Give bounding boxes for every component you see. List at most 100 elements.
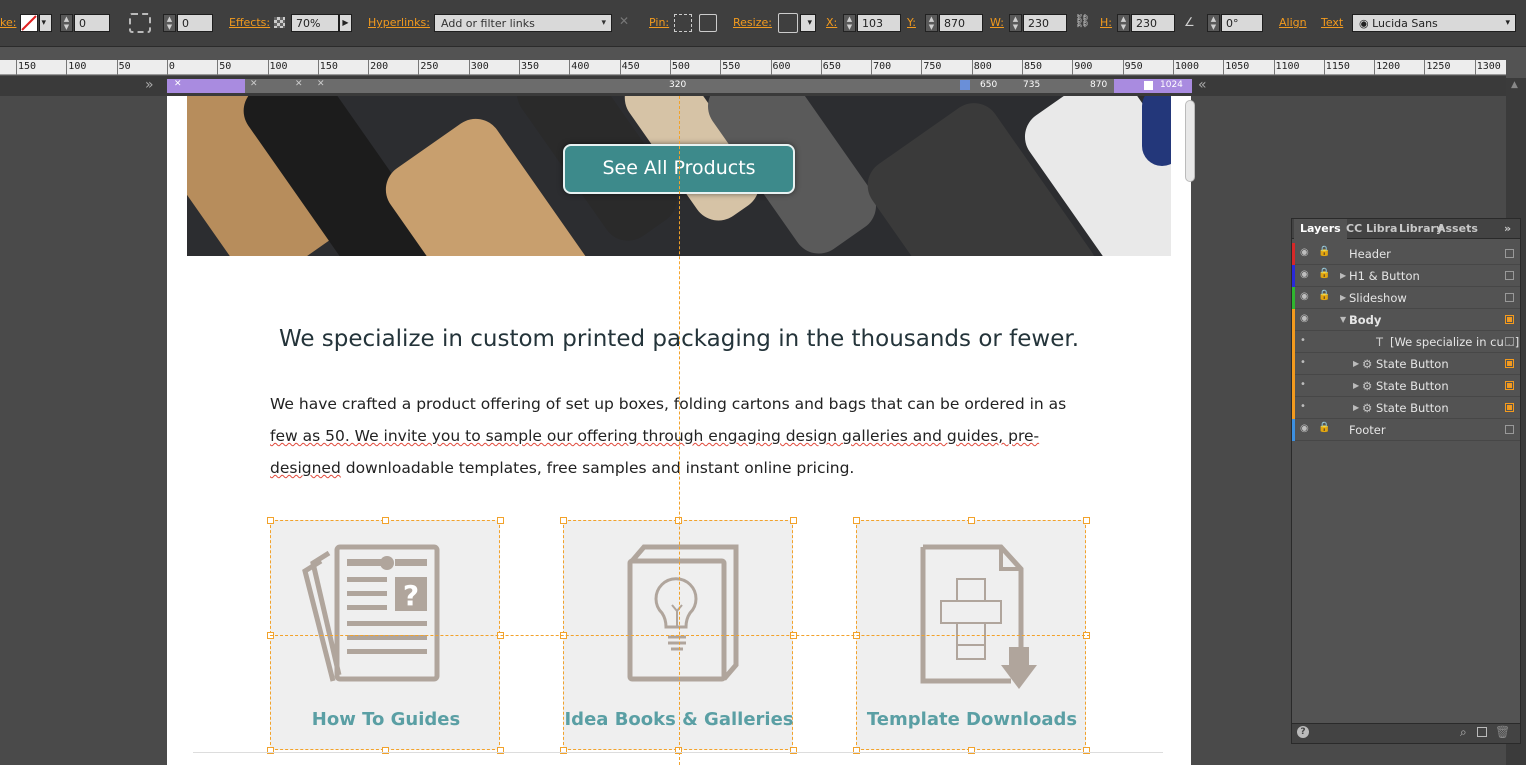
breakpoint-x-2[interactable]: ✕ bbox=[295, 79, 303, 89]
selection-indicator[interactable] bbox=[1505, 403, 1514, 412]
expand-triangle-icon[interactable]: ▶ bbox=[1353, 403, 1359, 412]
expand-triangle-icon[interactable]: ▶ bbox=[1340, 271, 1346, 280]
selection-indicator[interactable] bbox=[1505, 359, 1514, 368]
opacity-arrow-button[interactable]: ▶ bbox=[339, 14, 352, 32]
resize-dropdown[interactable]: ▾ bbox=[800, 14, 816, 32]
help-icon[interactable]: ? bbox=[1297, 726, 1309, 738]
resize-mode-icon[interactable] bbox=[778, 13, 798, 33]
layer-row[interactable]: • ▶ ⚙ State Button bbox=[1292, 353, 1520, 375]
visibility-eye-icon[interactable]: • bbox=[1300, 379, 1306, 390]
selection-handle[interactable] bbox=[790, 517, 797, 524]
lock-icon[interactable]: 🔒 bbox=[1318, 268, 1330, 279]
selection-indicator[interactable] bbox=[1505, 381, 1514, 390]
hyperlinks-input[interactable]: Add or filter links ▾ bbox=[434, 14, 612, 32]
layer-row[interactable]: ◉ 🔒 ▶ H1 & Button bbox=[1292, 265, 1520, 287]
y-field[interactable]: 870 bbox=[939, 14, 983, 32]
corner-field[interactable]: 0 bbox=[177, 14, 213, 32]
expand-left-icon[interactable]: » bbox=[145, 77, 154, 93]
search-icon[interactable]: ⌕ bbox=[1460, 725, 1467, 740]
h-field[interactable]: 230 bbox=[1131, 14, 1175, 32]
horizontal-ruler[interactable]: 150 100 50 0 50 100 150 200 250 300 350 400 450 500 55… bbox=[0, 60, 1506, 75]
layer-row[interactable]: ◉ 🔒 Footer bbox=[1292, 419, 1520, 441]
rotation-stepper[interactable]: ▲ ▼ bbox=[1207, 14, 1220, 32]
layer-row[interactable]: ◉ 🔒 Header bbox=[1292, 243, 1520, 265]
new-layer-icon[interactable] bbox=[1477, 727, 1487, 737]
breakpoint-marker-icon[interactable] bbox=[960, 80, 970, 90]
panel-menu-icon[interactable]: » bbox=[1504, 222, 1511, 235]
x-stepper[interactable]: ▲ ▼ bbox=[843, 14, 856, 32]
breakpoint-650[interactable]: 650 bbox=[980, 80, 997, 90]
align-label[interactable]: Align bbox=[1279, 16, 1307, 29]
visibility-eye-icon[interactable]: ◉ bbox=[1300, 423, 1309, 434]
tab-cc-libraries[interactable]: CC Libra bbox=[1346, 222, 1397, 235]
expand-triangle-icon[interactable]: ▶ bbox=[1353, 359, 1359, 368]
text-label[interactable]: Text bbox=[1321, 16, 1343, 29]
breakpoint-870[interactable]: 870 bbox=[1090, 80, 1107, 90]
selection-handle[interactable] bbox=[560, 517, 567, 524]
canvas-scrollbar-thumb[interactable] bbox=[1185, 100, 1195, 182]
selection-handle[interactable] bbox=[267, 517, 274, 524]
lock-icon[interactable]: 🔒 bbox=[1318, 246, 1330, 257]
tab-layers[interactable]: Layers bbox=[1294, 219, 1347, 239]
selection-handle[interactable] bbox=[853, 517, 860, 524]
clear-link-icon[interactable]: ✕ bbox=[619, 14, 629, 28]
visibility-eye-icon[interactable]: ◉ bbox=[1300, 269, 1309, 280]
layer-row[interactable]: • ▶ ⚙ State Button bbox=[1292, 375, 1520, 397]
breakpoint-x-3[interactable]: ✕ bbox=[317, 79, 325, 89]
opacity-field[interactable]: 70% bbox=[291, 14, 339, 32]
constrain-proportions-icon[interactable]: ⛓ bbox=[1074, 13, 1091, 31]
vertical-guide[interactable] bbox=[679, 96, 680, 765]
pin-grid-icon[interactable] bbox=[674, 14, 692, 32]
x-field[interactable]: 103 bbox=[857, 14, 901, 32]
lock-icon[interactable]: 🔒 bbox=[1318, 422, 1330, 433]
expand-right-icon[interactable]: « bbox=[1198, 77, 1207, 93]
corner-stepper[interactable]: ▲ ▼ bbox=[163, 14, 176, 32]
stroke-dropdown[interactable]: ▾ bbox=[39, 14, 52, 32]
layer-row[interactable]: ◉ 🔒 ▶ Slideshow bbox=[1292, 287, 1520, 309]
breakpoint-x-1[interactable]: ✕ bbox=[250, 79, 258, 89]
breakpoint-bar[interactable]: » ✕ ✕ ✕ ✕ 320 650 735 870 1024 « bbox=[0, 76, 1506, 96]
scroll-up-icon[interactable]: ▲ bbox=[1511, 80, 1518, 90]
breakpoint-segment-current[interactable]: 1024 bbox=[1114, 79, 1192, 93]
font-dropdown[interactable]: ◉ Lucida Sans ▾ bbox=[1352, 14, 1516, 32]
selection-indicator[interactable] bbox=[1505, 337, 1514, 346]
stroke-weight-stepper[interactable]: ▲ ▼ bbox=[60, 14, 73, 32]
selection-indicator[interactable] bbox=[1505, 271, 1514, 280]
visibility-eye-icon[interactable]: • bbox=[1300, 357, 1306, 368]
pin-label[interactable]: Pin: bbox=[649, 16, 669, 29]
visibility-eye-icon[interactable]: ◉ bbox=[1300, 313, 1309, 324]
layer-row[interactable]: • T [We specialize in cu...] bbox=[1292, 331, 1520, 353]
expand-triangle-icon[interactable]: ▼ bbox=[1340, 315, 1346, 324]
visibility-eye-icon[interactable]: ◉ bbox=[1300, 291, 1309, 302]
layer-row[interactable]: • ▶ ⚙ State Button bbox=[1292, 397, 1520, 419]
selection-indicator[interactable] bbox=[1505, 315, 1514, 324]
selection-indicator[interactable] bbox=[1505, 249, 1514, 258]
stroke-weight-field[interactable]: 0 bbox=[74, 14, 110, 32]
selection-indicator[interactable] bbox=[1505, 425, 1514, 434]
corner-options-icon[interactable] bbox=[129, 13, 151, 33]
tab-assets[interactable]: Assets bbox=[1437, 222, 1478, 235]
delete-layer-icon[interactable]: 🗑 bbox=[1495, 725, 1510, 739]
selection-indicator[interactable] bbox=[1505, 293, 1514, 302]
visibility-eye-icon[interactable]: • bbox=[1300, 335, 1306, 346]
h-stepper[interactable]: ▲ ▼ bbox=[1117, 14, 1130, 32]
selection-handle[interactable] bbox=[497, 517, 504, 524]
selection-handle[interactable] bbox=[1083, 517, 1090, 524]
breakpoint-735[interactable]: 735 bbox=[1023, 80, 1040, 90]
hyperlinks-label[interactable]: Hyperlinks: bbox=[368, 16, 430, 29]
expand-triangle-icon[interactable]: ▶ bbox=[1340, 293, 1346, 302]
effects-label[interactable]: Effects: bbox=[229, 16, 270, 29]
selection-handle[interactable] bbox=[968, 517, 975, 524]
expand-triangle-icon[interactable]: ▶ bbox=[1353, 381, 1359, 390]
w-stepper[interactable]: ▲ ▼ bbox=[1009, 14, 1022, 32]
horizontal-guide[interactable] bbox=[270, 635, 1090, 636]
stroke-swatch[interactable] bbox=[20, 14, 38, 32]
breakpoint-handle-icon[interactable] bbox=[1144, 81, 1153, 90]
layer-row[interactable]: ◉ ▼ Body bbox=[1292, 309, 1520, 331]
y-stepper[interactable]: ▲ ▼ bbox=[925, 14, 938, 32]
selection-handle[interactable] bbox=[382, 517, 389, 524]
w-field[interactable]: 230 bbox=[1023, 14, 1067, 32]
visibility-eye-icon[interactable]: • bbox=[1300, 401, 1306, 412]
breakpoint-segment-min[interactable]: ✕ bbox=[167, 79, 245, 93]
rotation-field[interactable]: 0° bbox=[1221, 14, 1263, 32]
